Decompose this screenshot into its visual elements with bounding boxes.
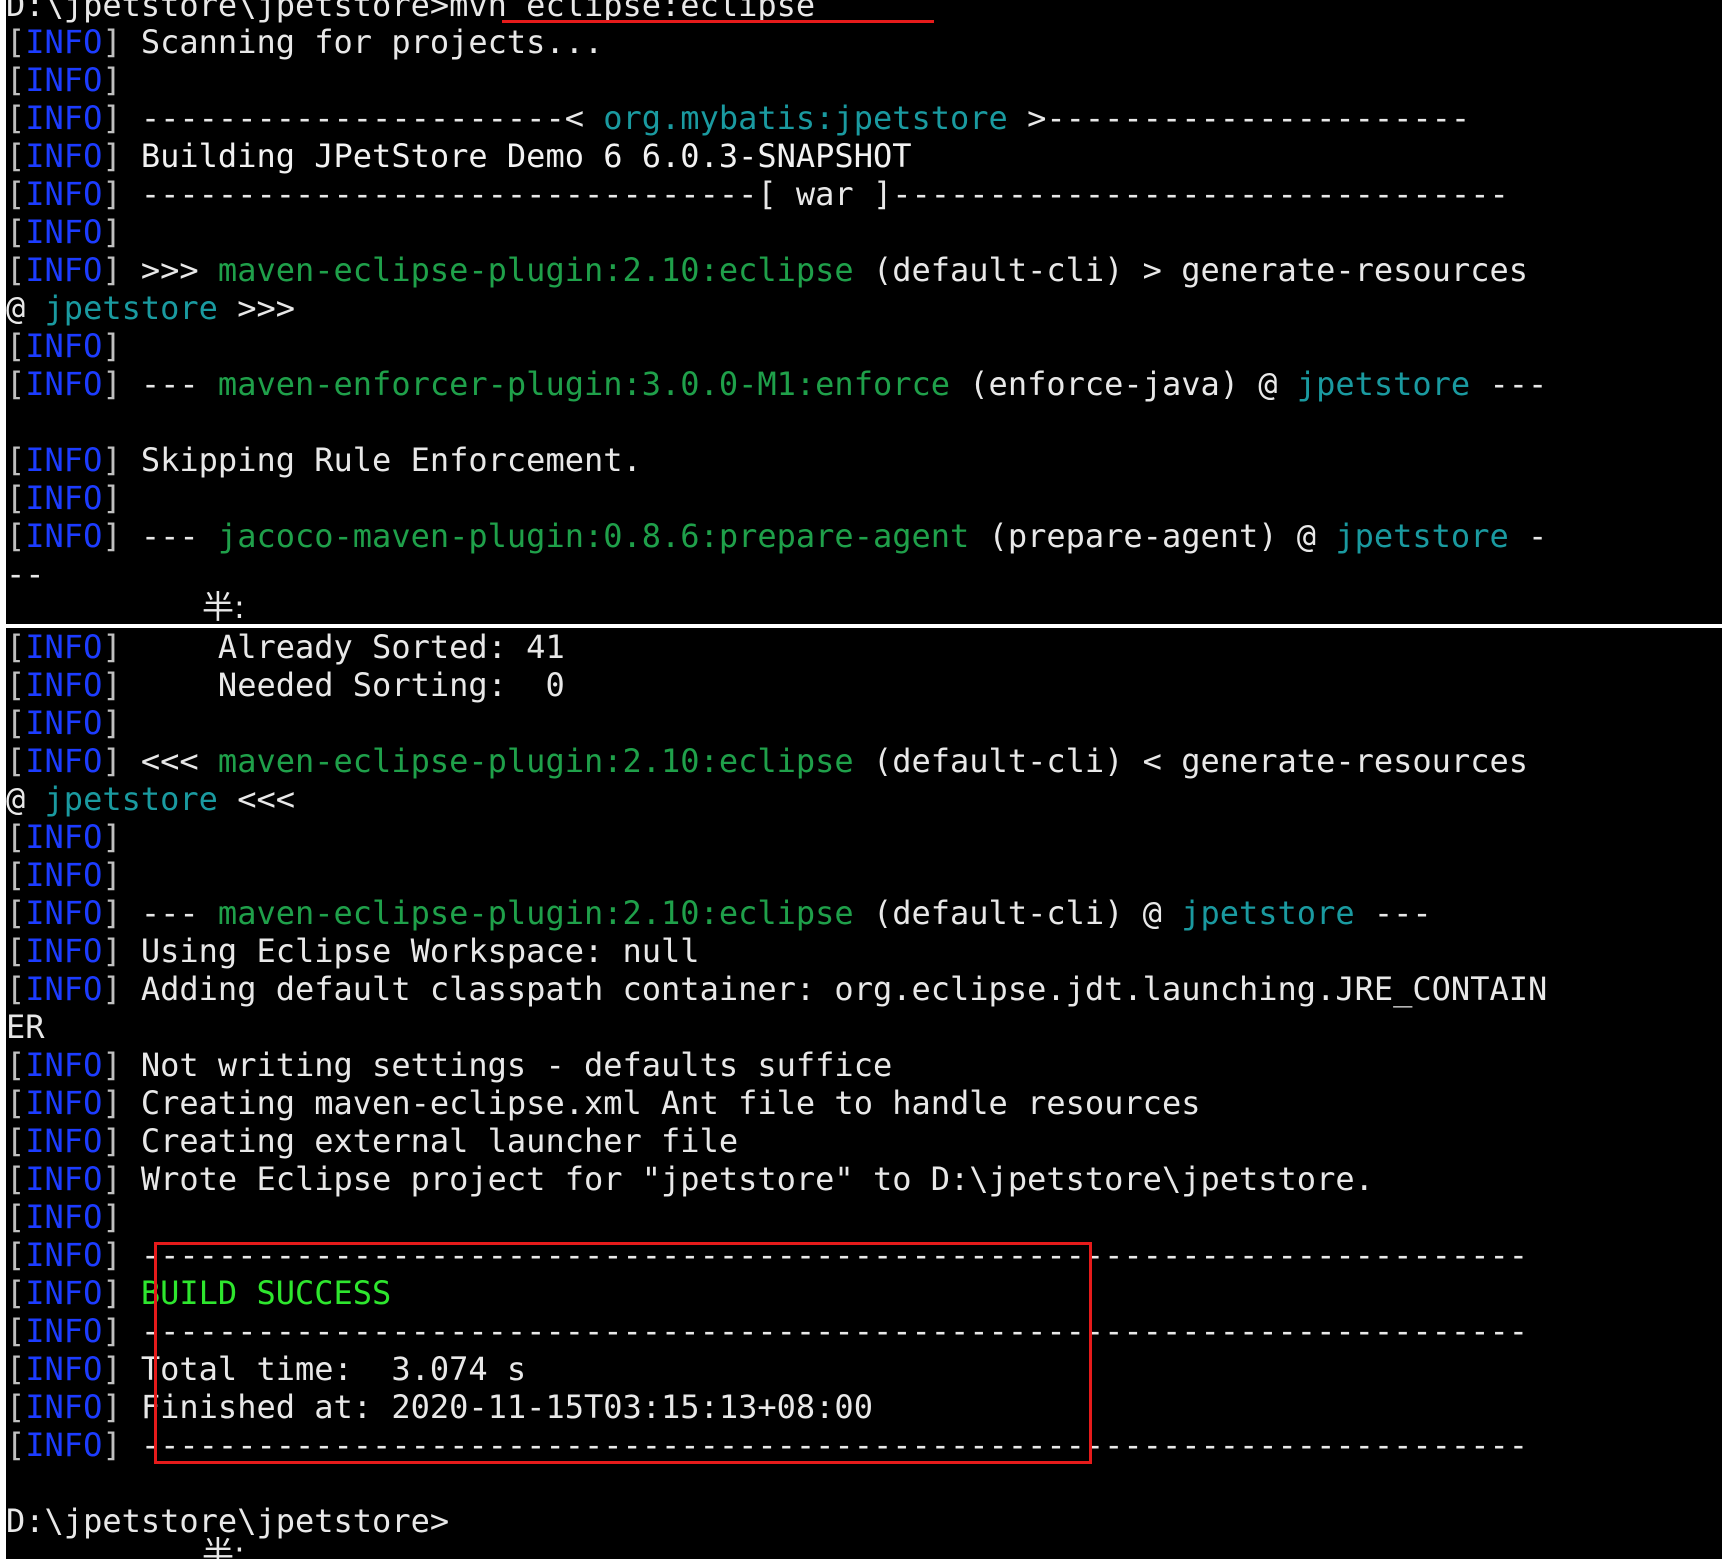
log-line: [INFO] Adding default classpath containe…: [6, 970, 1548, 1008]
plugin-name: maven-eclipse-plugin:2.10:eclipse: [217, 251, 854, 289]
log-line: [INFO] --- jacoco-maven-plugin:0.8.6:pre…: [6, 517, 1548, 555]
log-line: --: [6, 555, 45, 593]
log-line: [INFO]: [6, 327, 122, 365]
plugin-name: maven-eclipse-plugin:2.10:eclipse: [217, 894, 854, 932]
ime-indicator: 半:: [202, 1534, 245, 1559]
log-line: [INFO]: [6, 479, 122, 517]
log-line: [INFO] --- maven-eclipse-plugin:2.10:ecl…: [6, 894, 1432, 932]
build-result-highlight-box: [154, 1242, 1092, 1464]
log-line: [INFO]: [6, 818, 122, 856]
plugin-name: maven-enforcer-plugin:3.0.0-M1:enforce: [217, 365, 951, 403]
log-line: [INFO] Using Eclipse Workspace: null: [6, 932, 700, 970]
log-line: [INFO] Skipping Rule Enforcement.: [6, 441, 642, 479]
log-line: [INFO] Creating external launcher file: [6, 1122, 739, 1160]
log-line: [INFO] Already Sorted: 41: [6, 628, 565, 666]
log-line: [INFO] Scanning for projects...: [6, 23, 604, 61]
log-line: [INFO]: [6, 1198, 122, 1236]
log-line: [INFO] --------------------------------[…: [6, 175, 1509, 213]
log-line: [INFO]: [6, 704, 122, 742]
log-line: [INFO] <<< maven-eclipse-plugin:2.10:ecl…: [6, 742, 1528, 780]
log-line: [INFO] Needed Sorting: 0: [6, 666, 565, 704]
prompt-path: D:\jpetstore\jpetstore>: [6, 0, 450, 24]
log-line: [INFO] --- maven-enforcer-plugin:3.0.0-M…: [6, 365, 1548, 403]
log-line: [INFO] >>> maven-eclipse-plugin:2.10:ecl…: [6, 251, 1528, 289]
project-id: org.mybatis:jpetstore: [603, 99, 1008, 137]
log-line: @ jpetstore >>>: [6, 289, 295, 327]
log-line: [INFO] Creating maven-eclipse.xml Ant fi…: [6, 1084, 1201, 1122]
log-line: [INFO] ----------------------< org.mybat…: [6, 99, 1471, 137]
log-line: [INFO]: [6, 61, 122, 99]
ime-indicator: 半:: [202, 588, 245, 624]
log-line: [INFO]: [6, 856, 122, 894]
log-line: [INFO]: [6, 213, 122, 251]
plugin-name: maven-eclipse-plugin:2.10:eclipse: [217, 742, 854, 780]
log-line: [INFO] Not writing settings - defaults s…: [6, 1046, 893, 1084]
plugin-name: jacoco-maven-plugin:0.8.6:prepare-agent: [217, 517, 970, 555]
terminal-pane-top[interactable]: D:\jpetstore\jpetstore>mvn eclipse:eclip…: [6, 0, 1722, 624]
log-line: [INFO] Wrote Eclipse project for "jpetst…: [6, 1160, 1374, 1198]
log-line: [INFO] Building JPetStore Demo 6 6.0.3-S…: [6, 137, 912, 175]
log-line: @ jpetstore <<<: [6, 780, 295, 818]
log-line: ER: [6, 1008, 45, 1046]
terminal-pane-bottom[interactable]: [INFO] Already Sorted: 41 [INFO] Needed …: [6, 628, 1722, 1559]
